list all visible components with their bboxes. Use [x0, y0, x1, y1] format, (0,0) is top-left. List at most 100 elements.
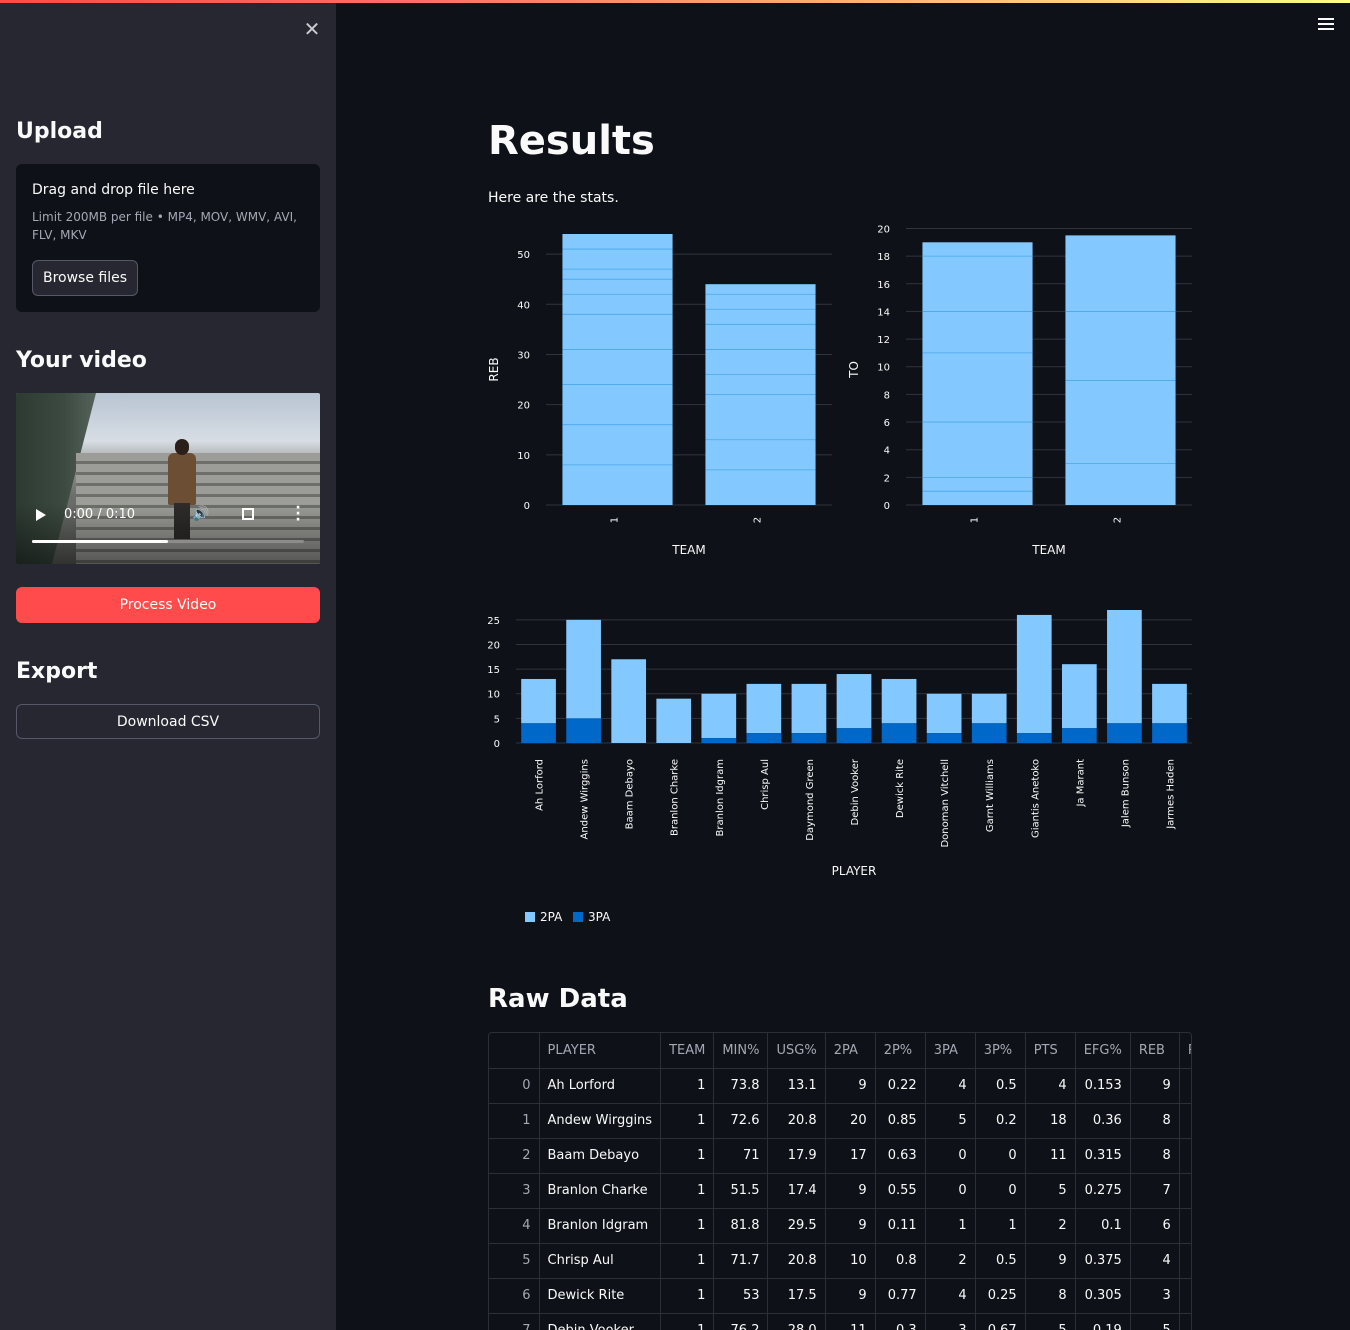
table-cell[interactable]: 0.67	[975, 1313, 1026, 1330]
column-header[interactable]: REB	[1179, 1033, 1191, 1069]
table-cell[interactable]: 13.1	[767, 1068, 826, 1104]
table-row[interactable]: 1 Andew Wirggins 1 72.6 20.8 20 0.85 5 0.2 18 0.36…	[489, 1103, 1191, 1139]
table-cell[interactable]: 0.25	[975, 1278, 1026, 1314]
table-cell[interactable]: 5	[925, 1103, 976, 1139]
table-cell[interactable]: 1	[925, 1208, 976, 1244]
table-cell[interactable]: 3	[1130, 1278, 1180, 1314]
table-cell[interactable]: 1	[975, 1208, 1026, 1244]
table-cell[interactable]: 0.8	[875, 1243, 926, 1279]
table-cell[interactable]: 0.153	[1075, 1068, 1131, 1104]
table-cell[interactable]: 20.8	[767, 1103, 826, 1139]
column-header[interactable]: MIN%	[713, 1033, 769, 1069]
table-cell[interactable]: 9	[825, 1208, 876, 1244]
table-cell[interactable]: 20	[825, 1103, 876, 1139]
table-cell[interactable]: 3	[489, 1173, 540, 1209]
hamburger-menu-icon[interactable]	[1318, 18, 1334, 32]
table-cell[interactable]: Branlon Idgram	[539, 1208, 662, 1244]
table-cell[interactable]: 0.63	[875, 1138, 926, 1174]
table-cell[interactable]: Andew Wirggins	[539, 1103, 662, 1139]
column-header[interactable]: REB	[1130, 1033, 1180, 1069]
column-header[interactable]: 2PA	[825, 1033, 876, 1069]
table-cell[interactable]: 1	[660, 1173, 715, 1209]
table-cell[interactable]: Branlon Charke	[539, 1173, 662, 1209]
table-row[interactable]: 4Branlon Idgram181.829.590.111120.169	[489, 1208, 1191, 1244]
table-cell[interactable]: 0.11	[875, 1208, 926, 1244]
table-cell[interactable]: 1	[660, 1313, 715, 1330]
table-cell[interactable]: 4	[1025, 1068, 1076, 1104]
table-cell[interactable]: 6	[1179, 1278, 1191, 1314]
column-header[interactable]: 3P%	[975, 1033, 1026, 1069]
table-cell[interactable]: 0.77	[875, 1278, 926, 1314]
table-cell[interactable]: Ah Lorford	[539, 1068, 662, 1104]
table-cell[interactable]: 7	[1130, 1173, 1180, 1209]
table-cell[interactable]: 7	[489, 1313, 540, 1330]
table-cell[interactable]: 9	[1179, 1208, 1191, 1244]
table-cell[interactable]: 0.315	[1075, 1138, 1131, 1174]
table-cell[interactable]: 7	[1179, 1243, 1191, 1279]
column-header[interactable]: 3PA	[925, 1033, 976, 1069]
table-cell[interactable]: 0	[925, 1138, 976, 1174]
table-cell[interactable]: 0.5	[975, 1068, 1026, 1104]
column-header[interactable]: USG%	[767, 1033, 826, 1069]
table-cell[interactable]: 14	[1179, 1068, 1191, 1104]
fullscreen-icon[interactable]	[242, 508, 254, 520]
column-header[interactable]: EFG%	[1075, 1033, 1131, 1069]
table-cell[interactable]: 2	[1025, 1208, 1076, 1244]
table-cell[interactable]: 8	[1130, 1138, 1180, 1174]
table-row[interactable]: 6Dewick Rite15317.590.7740.2580.30536	[489, 1278, 1191, 1314]
table-cell[interactable]: 0	[975, 1138, 1026, 1174]
table-cell[interactable]: 12	[1179, 1103, 1191, 1139]
table-cell[interactable]: 18	[1025, 1103, 1076, 1139]
table-cell[interactable]: 73.8	[713, 1068, 769, 1104]
table-cell[interactable]: 5	[1130, 1313, 1180, 1330]
table-cell[interactable]: 1	[660, 1243, 715, 1279]
table-cell[interactable]: 17	[825, 1138, 876, 1174]
close-sidebar-button[interactable]: ✕	[300, 17, 324, 41]
download-csv-button[interactable]: Download CSV	[16, 704, 320, 739]
table-cell[interactable]: 2	[489, 1138, 540, 1174]
table-cell[interactable]: 20.8	[767, 1243, 826, 1279]
more-options-icon[interactable]: · · ·	[294, 501, 302, 527]
table-cell[interactable]: 0.85	[875, 1103, 926, 1139]
table-cell[interactable]: 8	[1025, 1278, 1076, 1314]
table-cell[interactable]: 0	[489, 1068, 540, 1104]
table-cell[interactable]: 1	[489, 1103, 540, 1139]
table-row[interactable]: 3Branlon Charke151.517.490.550050.275714	[489, 1173, 1191, 1209]
table-cell[interactable]: 1	[660, 1208, 715, 1244]
table-cell[interactable]: 5	[1025, 1173, 1076, 1209]
table-cell[interactable]: 0.5	[975, 1243, 1026, 1279]
table-cell[interactable]: 9	[825, 1278, 876, 1314]
table-cell[interactable]: 1	[660, 1068, 715, 1104]
table-cell[interactable]: Chrisp Aul	[539, 1243, 662, 1279]
table-cell[interactable]: 13	[1179, 1138, 1191, 1174]
table-cell[interactable]: 1	[660, 1278, 715, 1314]
table-cell[interactable]: 0.19	[1075, 1313, 1131, 1330]
table-cell[interactable]: 5	[1025, 1313, 1076, 1330]
table-cell[interactable]: 6	[1130, 1208, 1180, 1244]
table-row[interactable]: 2Baam Debayo17117.9170.6300110.315813	[489, 1138, 1191, 1174]
table-cell[interactable]: 0	[975, 1173, 1026, 1209]
table-cell[interactable]: 0.1	[1075, 1208, 1131, 1244]
table-cell[interactable]: 53	[713, 1278, 769, 1314]
table-cell[interactable]: 17.4	[767, 1173, 826, 1209]
table-cell[interactable]: 29.5	[767, 1208, 826, 1244]
table-row[interactable]: 7Debin Vooker176.228.0110.330.6750.1955	[489, 1313, 1191, 1330]
table-cell[interactable]: 4	[925, 1068, 976, 1104]
table-cell[interactable]: 0.36	[1075, 1103, 1131, 1139]
table-cell[interactable]: 76.2	[713, 1313, 769, 1330]
process-video-button[interactable]: Process Video	[16, 587, 320, 623]
column-header[interactable]: PTS	[1025, 1033, 1076, 1069]
table-cell[interactable]: 71.7	[713, 1243, 769, 1279]
raw-data-table[interactable]: PLAYER TEAM MIN% USG% 2PA 2P% 3PA 3P% PTS EFG% REB…	[488, 1032, 1192, 1330]
browse-files-button[interactable]: Browse files	[32, 260, 138, 296]
table-cell[interactable]: 28.0	[767, 1313, 826, 1330]
table-cell[interactable]: 9	[825, 1068, 876, 1104]
play-icon[interactable]	[36, 509, 46, 521]
table-cell[interactable]: 0.2	[975, 1103, 1026, 1139]
table-cell[interactable]: 17.5	[767, 1278, 826, 1314]
table-cell[interactable]: 71	[713, 1138, 769, 1174]
file-dropzone[interactable]: Drag and drop file here Limit 200MB per …	[16, 164, 320, 312]
table-cell[interactable]: 9	[1025, 1243, 1076, 1279]
column-header[interactable]	[489, 1033, 540, 1069]
table-cell[interactable]: 72.6	[713, 1103, 769, 1139]
